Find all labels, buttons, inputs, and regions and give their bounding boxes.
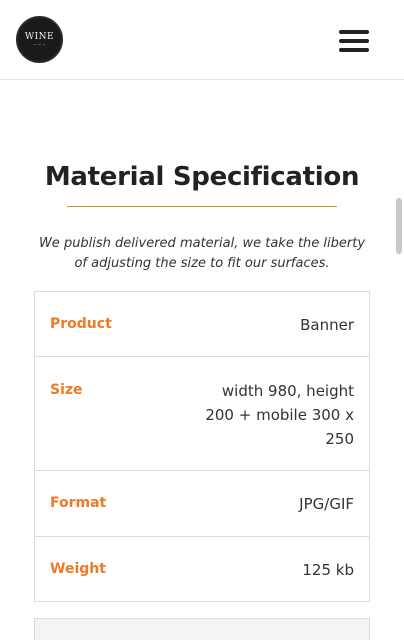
hamburger-icon-bar xyxy=(339,30,369,34)
hamburger-menu-button[interactable] xyxy=(339,30,369,52)
spec-value: JPG/GIF xyxy=(299,495,354,513)
next-section-box xyxy=(34,618,370,640)
page-title: Material Specification xyxy=(44,162,360,192)
spec-value: width 980, height 200 + mobile 300 x 250 xyxy=(205,382,354,448)
intro-text: We publish delivered material, we take t… xyxy=(38,236,366,271)
spec-row-weight: Weight 125 kb xyxy=(34,536,370,602)
hamburger-icon-bar xyxy=(339,39,369,43)
spec-label: Format xyxy=(50,495,107,511)
spec-label: Product xyxy=(50,316,112,332)
spec-value: Banner xyxy=(300,316,354,334)
logo-subtext: ~ ~ ~ xyxy=(33,42,46,47)
scrollbar-thumb[interactable] xyxy=(396,198,402,254)
spec-row-format: Format JPG/GIF xyxy=(34,470,370,536)
spec-label: Size xyxy=(50,382,83,398)
spec-row-product: Product Banner xyxy=(34,291,370,356)
spec-row-size: Size width 980, height 200 + mobile 300 … xyxy=(34,356,370,470)
spec-value: 125 kb xyxy=(302,561,354,579)
wine-logo[interactable]: WINE ~ ~ ~ xyxy=(16,16,63,63)
title-divider xyxy=(67,206,337,207)
hamburger-icon-bar xyxy=(339,48,369,52)
logo-text: WINE xyxy=(24,32,55,42)
site-header: WINE ~ ~ ~ xyxy=(0,0,404,80)
spec-table: Product Banner Size width 980, height 20… xyxy=(34,291,370,602)
spec-label: Weight xyxy=(50,561,106,577)
